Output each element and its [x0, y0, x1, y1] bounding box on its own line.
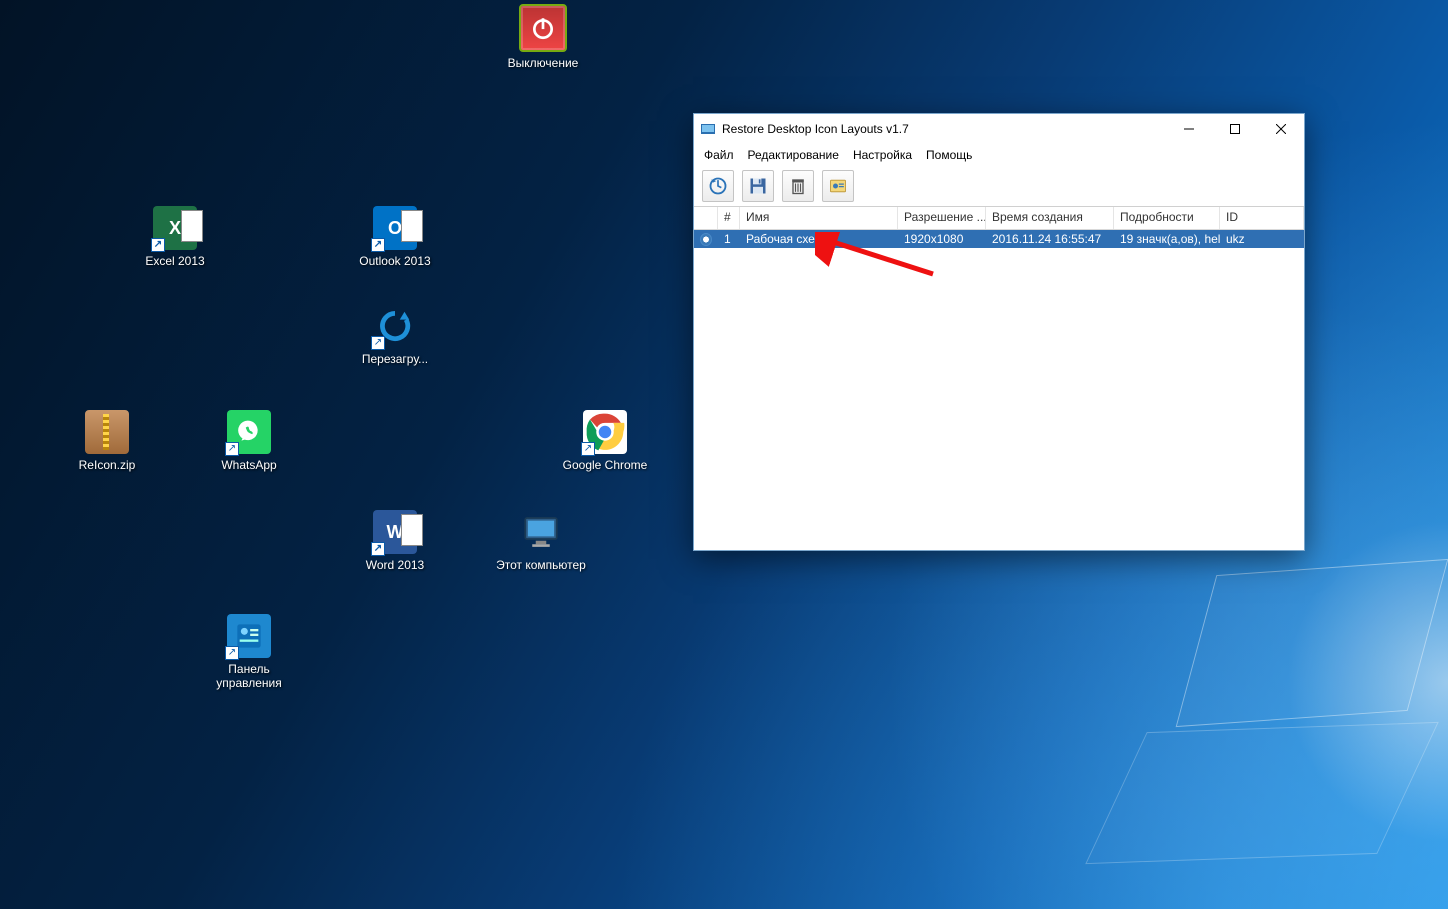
desktop[interactable]: Выключение X↗ Excel 2013 O↗ Outlook 2013…: [0, 0, 1448, 909]
archive-icon: [85, 410, 129, 454]
row-id: ukz: [1220, 231, 1304, 247]
menubar: Файл Редактирование Настройка Помощь: [694, 144, 1304, 166]
desktop-icon-this-pc[interactable]: Этот компьютер: [496, 510, 586, 572]
desktop-icon-label: Панель управления: [204, 662, 294, 690]
app-window-restore-desktop-icon-layouts[interactable]: Restore Desktop Icon Layouts v1.7 Файл Р…: [693, 113, 1305, 551]
menu-file[interactable]: Файл: [704, 148, 734, 162]
desktop-icon-label: Выключение: [498, 56, 588, 70]
desktop-icon-chrome[interactable]: ↗ Google Chrome: [560, 410, 650, 472]
titlebar[interactable]: Restore Desktop Icon Layouts v1.7: [694, 114, 1304, 144]
column-header-num[interactable]: #: [718, 207, 740, 229]
light-ray: [1085, 722, 1439, 864]
listview[interactable]: # Имя Разрешение ... Время создания Подр…: [694, 207, 1304, 550]
toolbar-about-button[interactable]: [822, 170, 854, 202]
maximize-button[interactable]: [1212, 114, 1258, 144]
menu-help[interactable]: Помощь: [926, 148, 972, 162]
menu-edit[interactable]: Редактирование: [748, 148, 839, 162]
word-icon: W↗: [373, 510, 417, 554]
light-ray: [1176, 559, 1448, 727]
row-details: 19 значк(а,ов), help: [1114, 231, 1220, 247]
radio-icon: [700, 233, 712, 246]
listview-row[interactable]: 1 Рабочая схема 1920x1080 2016.11.24 16:…: [694, 230, 1304, 248]
desktop-icon-label: Перезагру...: [350, 352, 440, 366]
monitor-icon: [519, 510, 563, 554]
refresh-icon: ↗: [373, 304, 417, 348]
desktop-icon-label: Google Chrome: [560, 458, 650, 472]
close-button[interactable]: [1258, 114, 1304, 144]
chrome-icon: ↗: [583, 410, 627, 454]
toolbar: [694, 166, 1304, 207]
row-radio[interactable]: [694, 232, 718, 247]
power-icon: [519, 4, 567, 52]
desktop-icon-whatsapp[interactable]: ↗ WhatsApp: [204, 410, 294, 472]
column-header-resolution[interactable]: Разрешение ...: [898, 207, 986, 229]
toolbar-restore-button[interactable]: [702, 170, 734, 202]
whatsapp-icon: ↗: [227, 410, 271, 454]
toolbar-delete-button[interactable]: [782, 170, 814, 202]
window-title: Restore Desktop Icon Layouts v1.7: [722, 122, 1166, 136]
outlook-icon: O↗: [373, 206, 417, 250]
row-resolution: 1920x1080: [898, 231, 986, 247]
minimize-button[interactable]: [1166, 114, 1212, 144]
desktop-icon-label: Этот компьютер: [496, 558, 586, 572]
desktop-icon-label: WhatsApp: [204, 458, 294, 472]
column-header-details[interactable]: Подробности: [1114, 207, 1220, 229]
desktop-icon-word[interactable]: W↗ Word 2013: [350, 510, 440, 572]
row-num: 1: [718, 231, 740, 247]
listview-header: # Имя Разрешение ... Время создания Подр…: [694, 207, 1304, 230]
desktop-icon-label: Excel 2013: [130, 254, 220, 268]
desktop-icon-power[interactable]: Выключение: [498, 4, 588, 70]
excel-icon: X↗: [153, 206, 197, 250]
app-icon: [700, 121, 716, 137]
desktop-icon-label: ReIcon.zip: [62, 458, 152, 472]
column-header-check[interactable]: [694, 207, 718, 229]
desktop-icon-excel[interactable]: X↗ Excel 2013: [130, 206, 220, 268]
desktop-icon-control-panel[interactable]: ↗ Панель управления: [204, 614, 294, 690]
desktop-icon-label: Word 2013: [350, 558, 440, 572]
column-header-name[interactable]: Имя: [740, 207, 898, 229]
column-header-time[interactable]: Время создания: [986, 207, 1114, 229]
desktop-icon-zip[interactable]: ReIcon.zip: [62, 410, 152, 472]
desktop-icon-reboot[interactable]: ↗ Перезагру...: [350, 304, 440, 366]
desktop-icon-label: Outlook 2013: [350, 254, 440, 268]
menu-settings[interactable]: Настройка: [853, 148, 912, 162]
row-time: 2016.11.24 16:55:47: [986, 231, 1114, 247]
column-header-id[interactable]: ID: [1220, 207, 1304, 229]
desktop-icon-outlook[interactable]: O↗ Outlook 2013: [350, 206, 440, 268]
control-panel-icon: ↗: [227, 614, 271, 658]
toolbar-save-button[interactable]: [742, 170, 774, 202]
row-name: Рабочая схема: [740, 231, 898, 247]
